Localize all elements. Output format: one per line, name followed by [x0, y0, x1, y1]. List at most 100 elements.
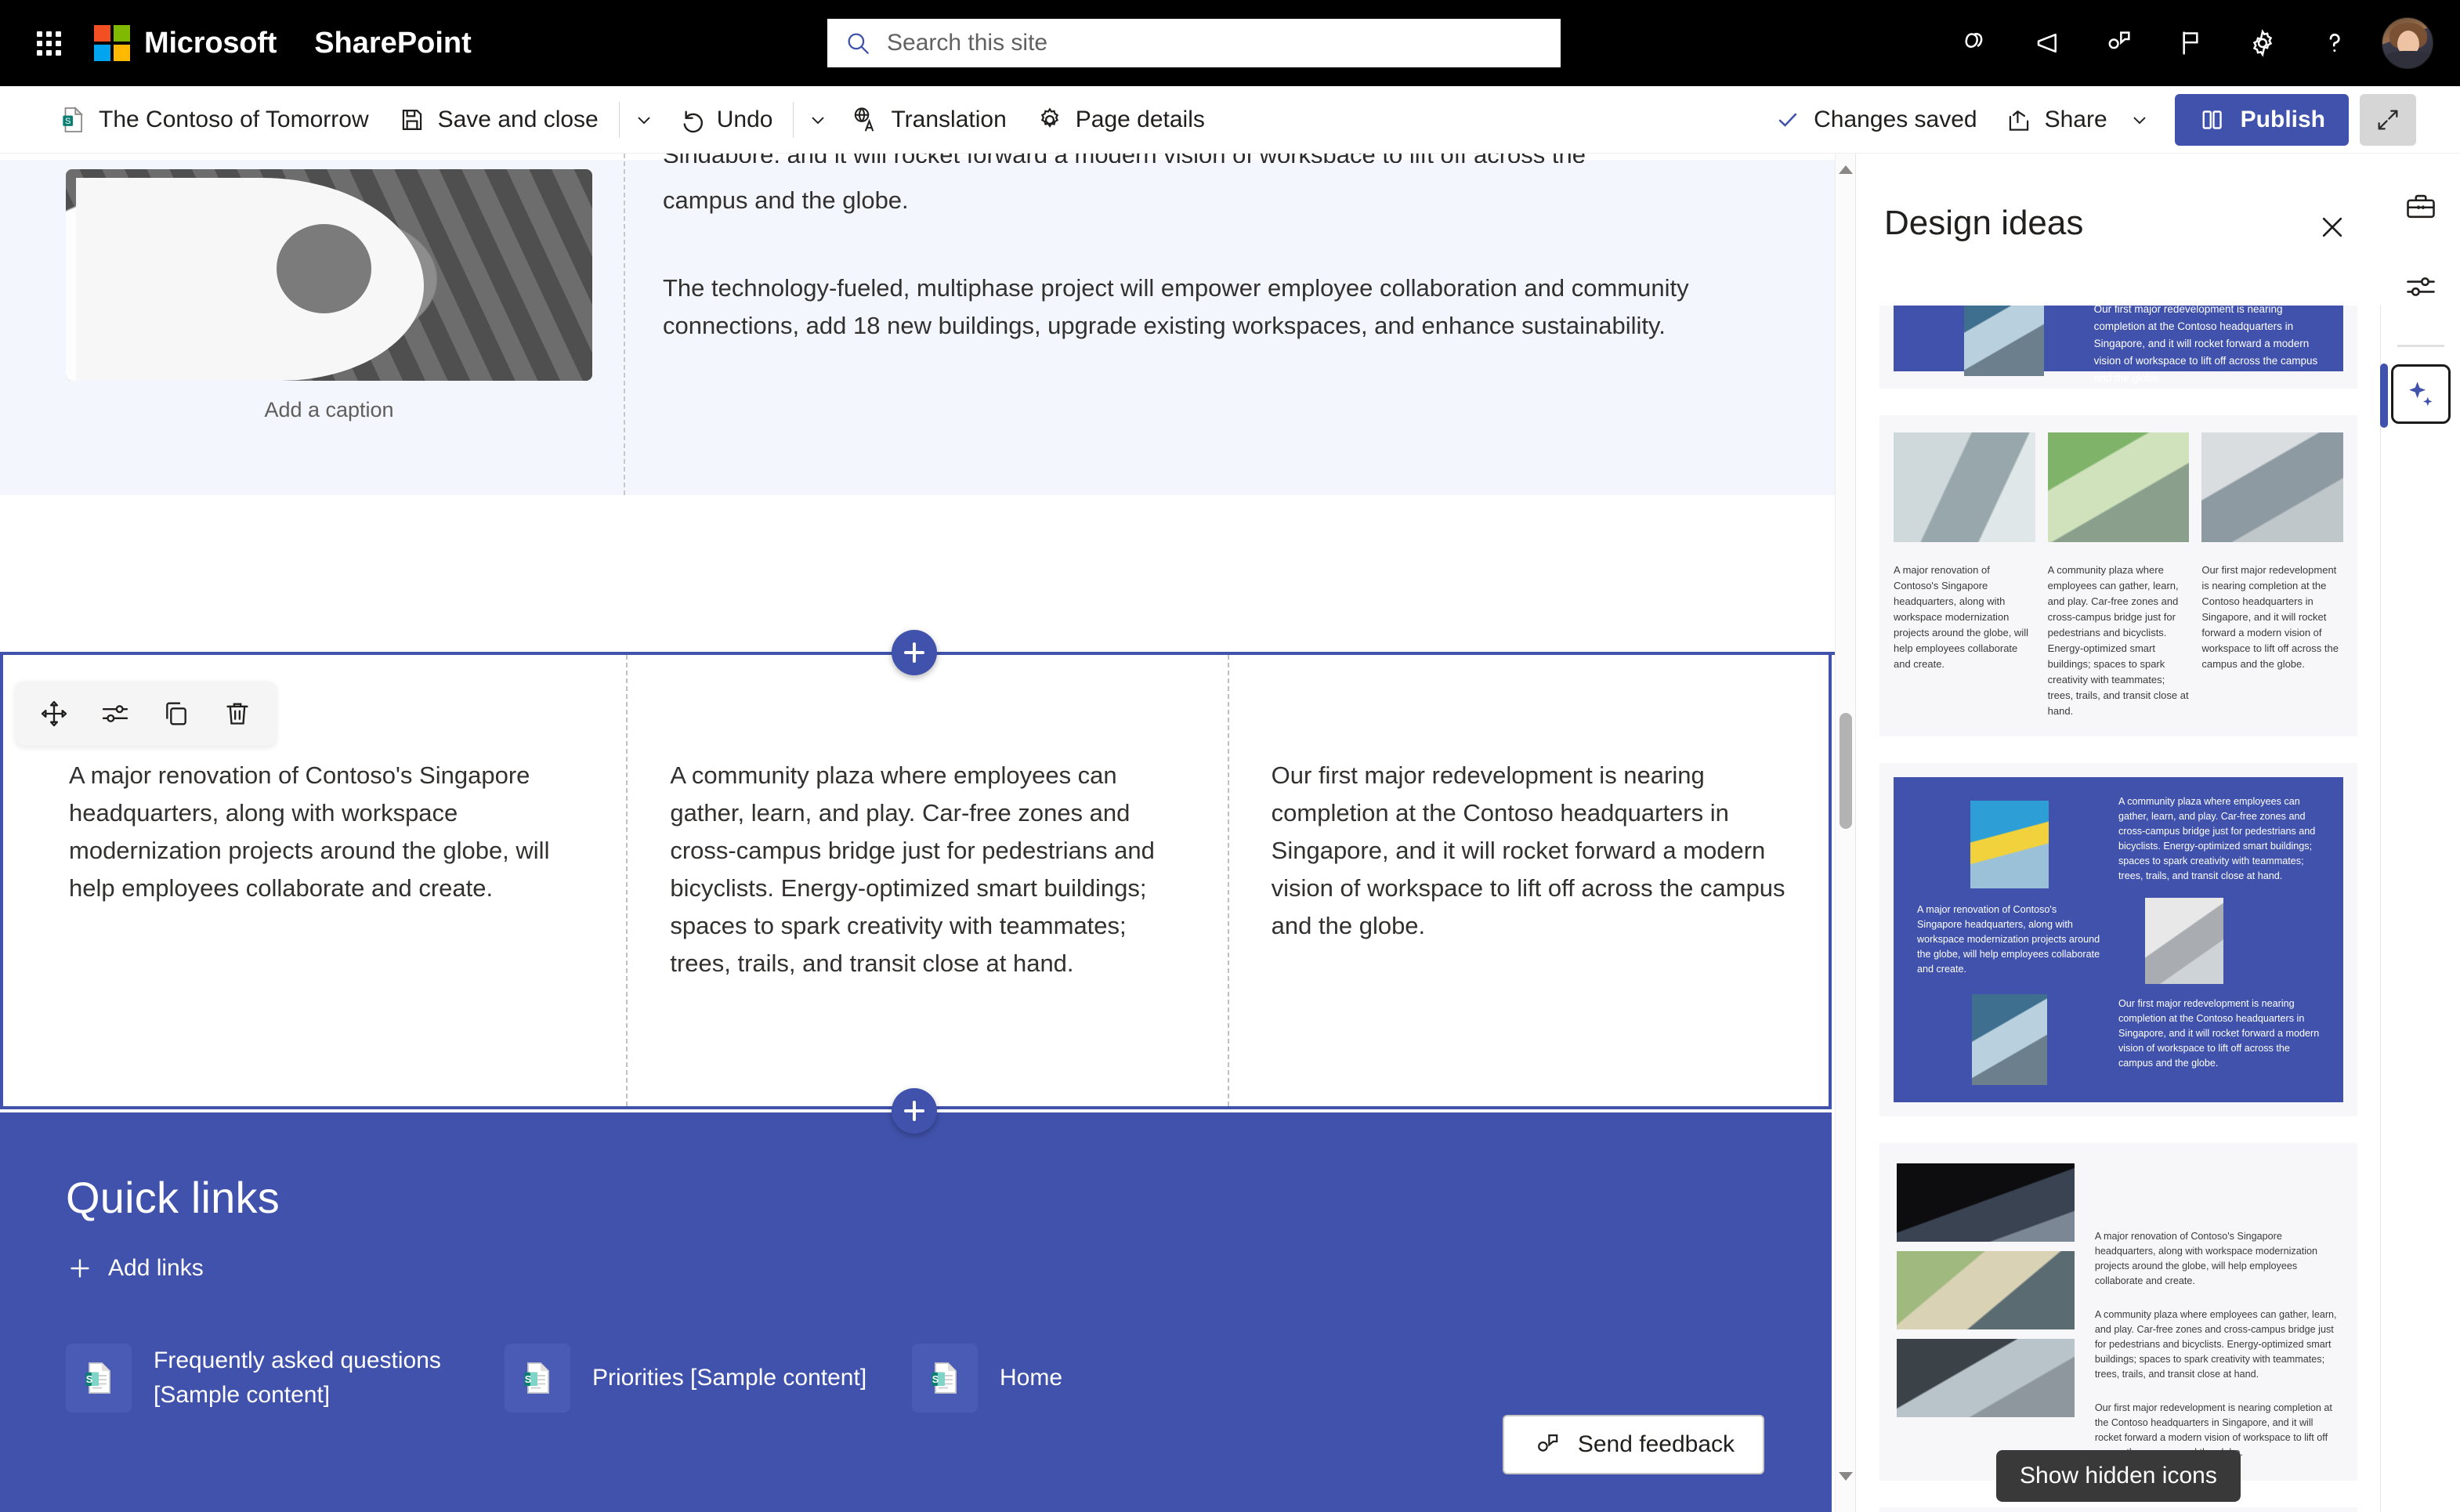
column-2-text[interactable]: A community plaza where employees can ga…	[670, 757, 1188, 982]
design-idea-text-1-1: Our first major redevelopment is nearing…	[2093, 306, 2318, 384]
quick-link-label-2: Priorities [Sample content]	[592, 1365, 867, 1391]
design-idea-text-3-3: Our first major redevelopment is nearing…	[2118, 998, 2320, 1069]
delete-section-icon[interactable]	[213, 689, 262, 738]
canvas-section-three-column[interactable]: A major renovation of Contoso's Singapor…	[0, 652, 1832, 1109]
microsoft-logo[interactable]: Microsoft	[94, 25, 277, 61]
preview-image	[2201, 432, 2344, 542]
design-ideas-list[interactable]: Our first major redevelopment is nearing…	[1856, 306, 2381, 1512]
share-label: Share	[2044, 106, 2107, 132]
page-title-button[interactable]: S The Contoso of Tomorrow	[44, 95, 383, 145]
save-and-close-button[interactable]: Save and close	[383, 95, 613, 145]
avatar[interactable]	[2382, 17, 2433, 69]
quick-links-title[interactable]: Quick links	[66, 1172, 1766, 1223]
design-idea-card-5[interactable]: A major renovation of Contoso's Singapor…	[1879, 1507, 2357, 1512]
preview-image	[2047, 432, 2190, 542]
toolbox-icon[interactable]	[2391, 177, 2451, 237]
column-1-text[interactable]: A major renovation of Contoso's Singapor…	[69, 757, 587, 907]
canvas-scrollbar[interactable]	[1835, 154, 1855, 1512]
send-feedback-label: Send feedback	[1577, 1431, 1735, 1457]
add-section-button-top[interactable]	[892, 630, 937, 675]
quick-link-label-1: Frequently asked questions [Sample conte…	[154, 1347, 441, 1408]
design-idea-card-3[interactable]: A major renovation of Contoso's Singapor…	[1879, 763, 2357, 1116]
search-icon	[848, 33, 869, 54]
quick-link-item-3[interactable]: S Home	[912, 1344, 1062, 1413]
close-icon[interactable]	[2307, 202, 2357, 252]
design-idea-card-2[interactable]: A major renovation of Contoso's Singapor…	[1879, 415, 2357, 736]
design-idea-text-2-3: Our first major redevelopment is nearing…	[2201, 564, 2339, 670]
feedback-icon	[1537, 1434, 1558, 1452]
share-button[interactable]: Share	[1990, 95, 2122, 145]
edit-properties-icon[interactable]	[91, 689, 139, 738]
app-name-link[interactable]: SharePoint	[314, 27, 472, 60]
design-idea-text-3-2: A community plaza where employees can ga…	[2118, 796, 2316, 881]
column-3[interactable]: Our first major redevelopment is nearing…	[1227, 655, 1829, 1106]
column-3-text[interactable]: Our first major redevelopment is nearing…	[1272, 757, 1789, 945]
column-2[interactable]: A community plaza where employees can ga…	[626, 655, 1227, 1106]
send-feedback-button[interactable]: Send feedback	[1502, 1415, 1764, 1474]
changes-saved-label: Changes saved	[1814, 106, 1977, 132]
preview-image	[1970, 801, 2049, 888]
collapse-ribbon-button[interactable]	[2360, 93, 2416, 146]
translation-label: Translation	[891, 106, 1007, 132]
canvas-section-intro[interactable]: Add a caption Singapore, and it will roc…	[0, 154, 1835, 495]
design-idea-preview-2: A major renovation of Contoso's Singapor…	[1894, 432, 2344, 719]
intro-text-column[interactable]: Singapore, and it will rocket forward a …	[624, 154, 1835, 495]
design-idea-card-1[interactable]: Our first major redevelopment is nearing…	[1879, 306, 2357, 389]
quick-link-item-2[interactable]: S Priorities [Sample content]	[505, 1344, 912, 1413]
app-launcher-button[interactable]	[27, 21, 71, 65]
section-toolbar	[16, 682, 276, 746]
intro-paragraph-2[interactable]: The technology-fueled, multiphase projec…	[663, 269, 1764, 345]
undo-button[interactable]: Undo	[662, 95, 787, 145]
megaphone-icon[interactable]	[2010, 7, 2082, 79]
page-details-button[interactable]: Page details	[1021, 95, 1219, 145]
quick-link-item-1[interactable]: S Frequently asked questions [Sample con…	[66, 1344, 505, 1413]
command-bar: S The Contoso of Tomorrow Save and close…	[0, 86, 2460, 154]
sharepoint-page-icon: S	[63, 106, 84, 132]
move-section-icon[interactable]	[30, 689, 78, 738]
waffle-icon	[36, 31, 61, 56]
scroll-up-icon[interactable]	[1836, 157, 1855, 182]
duplicate-section-icon[interactable]	[152, 689, 201, 738]
add-links-button[interactable]: Add links	[66, 1254, 204, 1282]
rail-divider	[2397, 345, 2444, 347]
status-badge: Changes saved	[1762, 107, 1989, 133]
undo-label: Undo	[716, 106, 773, 132]
add-section-button-middle[interactable]	[892, 1088, 937, 1134]
share-icon	[2009, 110, 2028, 131]
design-idea-card-4[interactable]: A major renovation of Contoso's Singapor…	[1879, 1143, 2357, 1481]
translation-button[interactable]: Translation	[836, 95, 1020, 145]
search-container: Search this site	[827, 19, 1561, 67]
properties-icon[interactable]	[2391, 257, 2451, 317]
search-input[interactable]: Search this site	[827, 19, 1561, 67]
preview-image	[1894, 432, 2035, 542]
save-icon	[402, 109, 421, 130]
publish-label: Publish	[2240, 106, 2325, 132]
quick-link-tile-2: S	[505, 1344, 570, 1413]
share-options-chevron-down-icon[interactable]	[2122, 95, 2158, 145]
spiral-staircase-image[interactable]	[66, 169, 592, 381]
save-and-close-label: Save and close	[437, 106, 599, 132]
intro-image-column: Add a caption	[0, 154, 619, 495]
publish-icon	[2202, 110, 2222, 129]
canvas-scrollbar-thumb[interactable]	[1840, 713, 1852, 829]
scroll-down-icon[interactable]	[1836, 1463, 1855, 1488]
gear-icon[interactable]	[2227, 7, 2299, 79]
undo-options-chevron-down-icon[interactable]	[800, 95, 836, 145]
copilot-icon[interactable]	[1938, 7, 2010, 79]
quick-link-label-3: Home	[1000, 1365, 1063, 1391]
design-idea-text-2-2: A community plaza where employees can ga…	[2047, 564, 2189, 717]
save-options-chevron-down-icon[interactable]	[626, 95, 662, 145]
page-canvas[interactable]: Add a caption Singapore, and it will roc…	[0, 154, 1855, 1512]
image-caption-input[interactable]: Add a caption	[66, 398, 592, 422]
intro-paragraph-1[interactable]: campus and the globe.	[663, 182, 1764, 219]
svg-text:S: S	[65, 117, 71, 126]
design-idea-text-4-1: A major renovation of Contoso's Singapor…	[2094, 1231, 2318, 1286]
publish-button[interactable]: Publish	[2174, 93, 2349, 146]
design-ideas-header: Design ideas	[1856, 154, 2381, 306]
translation-icon	[855, 107, 874, 132]
design-ideas-icon[interactable]	[2379, 364, 2451, 428]
flag-icon[interactable]	[2154, 7, 2227, 79]
feedback-icon[interactable]	[2082, 7, 2154, 79]
svg-text:S: S	[932, 1373, 939, 1385]
help-icon[interactable]	[2299, 7, 2371, 79]
